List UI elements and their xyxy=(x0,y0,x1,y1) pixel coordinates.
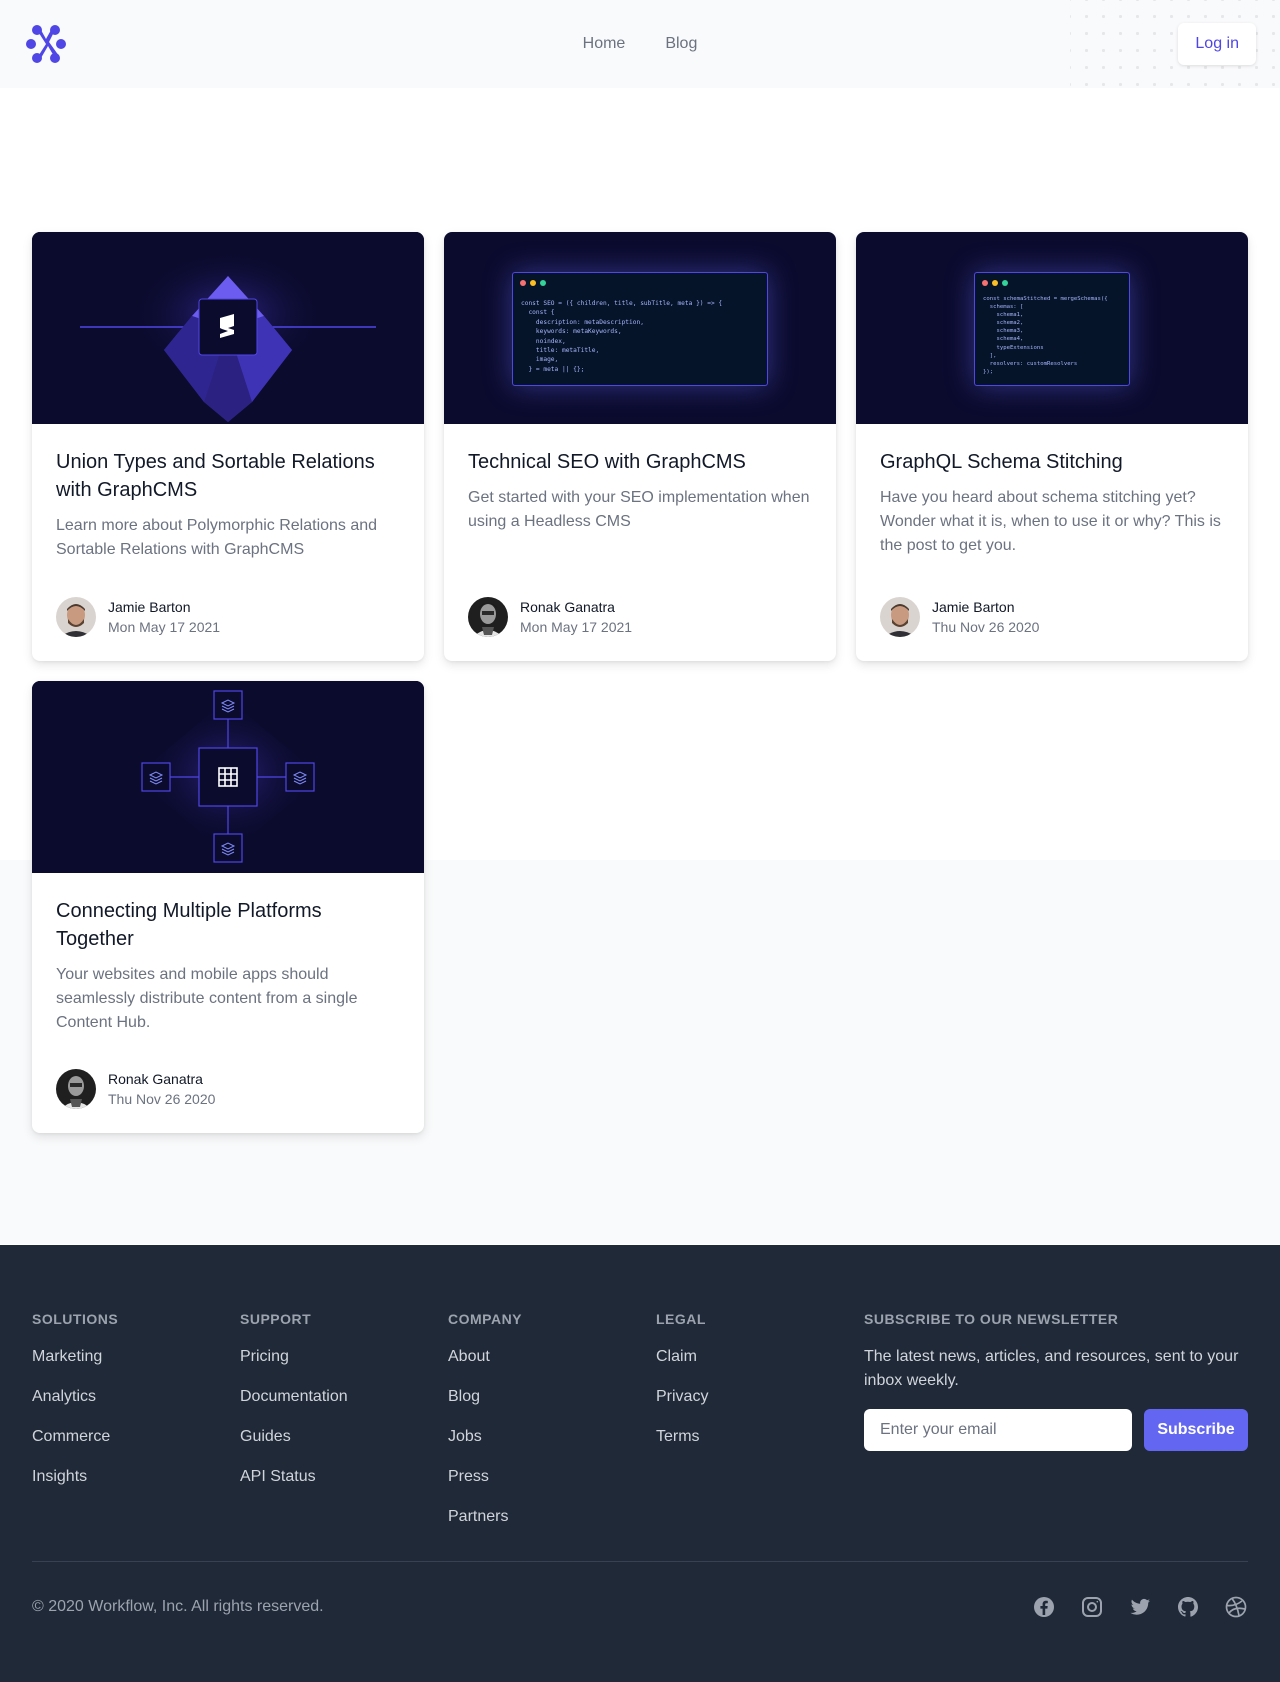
post-author: Ronak Ganatra Mon May 17 2021 xyxy=(468,573,812,637)
footer-link[interactable]: API Status xyxy=(240,1468,316,1485)
post-title[interactable]: Union Types and Sortable Relations with … xyxy=(56,448,400,504)
post-date: Thu Nov 26 2020 xyxy=(932,619,1040,635)
footer-heading: Legal xyxy=(656,1311,706,1327)
schema-stitching-code-illustration: const schemaStitched = mergeSchemas({ sc… xyxy=(856,232,1248,424)
post-description: Have you heard about schema stitching ye… xyxy=(880,489,1221,554)
code-window: const SEO = ({ children, title, subTitle… xyxy=(512,272,768,386)
footer-link[interactable]: Marketing xyxy=(32,1348,102,1365)
code-snippet: const schemaStitched = mergeSchemas({ sc… xyxy=(983,296,1108,375)
github-icon[interactable] xyxy=(1176,1595,1200,1619)
author-name[interactable]: Ronak Ganatra xyxy=(108,1069,215,1089)
post-date: Mon May 17 2021 xyxy=(520,619,633,635)
post-title[interactable]: GraphQL Schema Stitching xyxy=(880,448,1224,476)
author-name[interactable]: Jamie Barton xyxy=(932,597,1039,617)
dribbble-icon[interactable] xyxy=(1224,1595,1248,1619)
login-button[interactable]: Log in xyxy=(1178,23,1256,65)
footer-link[interactable]: Press xyxy=(448,1468,489,1485)
footer-heading: Company xyxy=(448,1311,523,1327)
subscribe-button[interactable]: Subscribe xyxy=(1144,1409,1248,1451)
twitter-icon[interactable] xyxy=(1128,1595,1152,1619)
instagram-icon[interactable] xyxy=(1080,1595,1104,1619)
post-card[interactable]: const schemaStitched = mergeSchemas({ sc… xyxy=(856,232,1248,661)
site-footer: Solutions Marketing Analytics Commerce I… xyxy=(0,1245,1280,1682)
blog-main: Union Types and Sortable Relations with … xyxy=(0,88,1280,1245)
footer-column-support: Support Pricing Documentation Guides API… xyxy=(240,1309,448,1545)
footer-heading: Solutions xyxy=(32,1311,119,1327)
facebook-icon[interactable] xyxy=(1032,1595,1056,1619)
graphcms-iceberg-illustration xyxy=(32,232,424,424)
nav-blog[interactable]: Blog xyxy=(665,35,697,53)
post-description: Your websites and mobile apps should sea… xyxy=(56,966,358,1031)
footer-link[interactable]: Blog xyxy=(448,1388,480,1405)
window-controls-icon xyxy=(520,280,546,286)
avatar[interactable] xyxy=(56,597,96,637)
newsletter-signup: Subscribe to our newsletter The latest n… xyxy=(864,1309,1248,1545)
post-description: Learn more about Polymorphic Relations a… xyxy=(56,517,378,558)
author-name[interactable]: Jamie Barton xyxy=(108,597,220,617)
footer-link[interactable]: Analytics xyxy=(32,1388,96,1405)
email-field[interactable] xyxy=(864,1409,1132,1451)
code-window: const schemaStitched = mergeSchemas({ sc… xyxy=(974,272,1130,386)
window-controls-icon xyxy=(982,280,1008,286)
footer-column-solutions: Solutions Marketing Analytics Commerce I… xyxy=(32,1309,240,1545)
avatar[interactable] xyxy=(880,597,920,637)
post-title[interactable]: Connecting Multiple Platforms Together xyxy=(56,897,400,953)
footer-column-legal: Legal Claim Privacy Terms xyxy=(656,1309,864,1545)
footer-link[interactable]: Claim xyxy=(656,1348,697,1365)
footer-column-company: Company About Blog Jobs Press Partners xyxy=(448,1309,656,1545)
footer-link[interactable]: Partners xyxy=(448,1508,508,1525)
newsletter-text: The latest news, articles, and resources… xyxy=(864,1348,1239,1389)
post-title[interactable]: Technical SEO with GraphCMS xyxy=(468,448,812,476)
copyright-text: © 2020 Workflow, Inc. All rights reserve… xyxy=(32,1597,324,1615)
footer-heading: Support xyxy=(240,1311,312,1327)
footer-link[interactable]: About xyxy=(448,1348,490,1365)
content-hub-illustration xyxy=(32,681,424,873)
footer-link[interactable]: Terms xyxy=(656,1428,700,1445)
post-card[interactable]: const SEO = ({ children, title, subTitle… xyxy=(444,232,836,661)
footer-link[interactable]: Privacy xyxy=(656,1388,708,1405)
author-name[interactable]: Ronak Ganatra xyxy=(520,597,632,617)
site-header: Home Blog Log in xyxy=(0,0,1280,88)
footer-link[interactable]: Documentation xyxy=(240,1388,348,1405)
posts-grid: Union Types and Sortable Relations with … xyxy=(0,88,1280,1133)
footer-link[interactable]: Guides xyxy=(240,1428,291,1445)
post-author: Ronak Ganatra Thu Nov 26 2020 xyxy=(56,1045,400,1109)
social-links xyxy=(1032,1595,1248,1619)
post-author: Jamie Barton Mon May 17 2021 xyxy=(56,573,400,637)
workflow-logo-icon[interactable] xyxy=(24,22,68,66)
footer-link[interactable]: Jobs xyxy=(448,1428,482,1445)
post-date: Thu Nov 26 2020 xyxy=(108,1091,216,1107)
post-card[interactable]: Connecting Multiple Platforms Together Y… xyxy=(32,681,424,1133)
footer-link[interactable]: Pricing xyxy=(240,1348,289,1365)
seo-code-window-illustration: const SEO = ({ children, title, subTitle… xyxy=(444,232,836,424)
footer-link[interactable]: Commerce xyxy=(32,1428,110,1445)
avatar[interactable] xyxy=(468,597,508,637)
post-description: Get started with your SEO implementation… xyxy=(468,489,810,530)
code-snippet: const SEO = ({ children, title, subTitle… xyxy=(521,300,723,373)
newsletter-heading: Subscribe to our newsletter xyxy=(864,1311,1119,1327)
avatar[interactable] xyxy=(56,1069,96,1109)
post-author: Jamie Barton Thu Nov 26 2020 xyxy=(880,573,1224,637)
footer-bottom: © 2020 Workflow, Inc. All rights reserve… xyxy=(32,1561,1248,1651)
footer-link[interactable]: Insights xyxy=(32,1468,87,1485)
post-date: Mon May 17 2021 xyxy=(108,619,221,635)
nav-home[interactable]: Home xyxy=(583,35,626,53)
post-card[interactable]: Union Types and Sortable Relations with … xyxy=(32,232,424,661)
